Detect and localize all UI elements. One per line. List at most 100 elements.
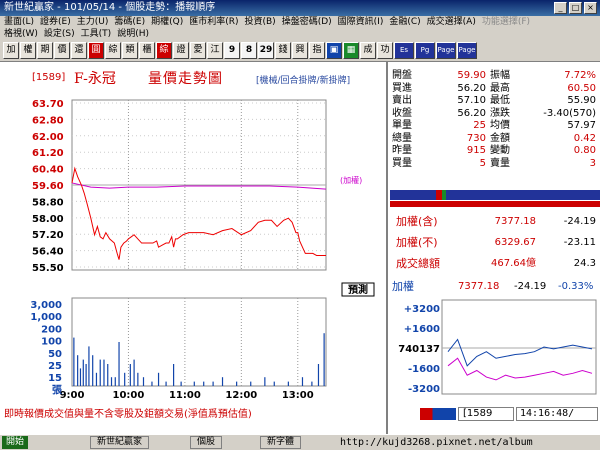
minimize-icon[interactable]: _: [554, 2, 567, 14]
toolbar-button[interactable]: Pg: [415, 42, 435, 59]
toolbar-button[interactable]: 興: [292, 42, 308, 59]
title-bar: 新世紀贏家 - 101/05/14 - 個股走勢：播報順序 _ □ ×: [0, 0, 600, 16]
toolbar-button[interactable]: 類: [122, 42, 138, 59]
toolbar-button[interactable]: 圓: [88, 42, 104, 59]
main-area: [1589] F-永冠 量價走勢圖 [機械/回合掛牌/新掛牌] 9:00 10:0…: [0, 62, 600, 434]
volume-tick-label: 200: [41, 324, 62, 335]
menu-item[interactable]: 匯市利率(R): [189, 17, 238, 27]
toolbar-button[interactable]: 證: [173, 42, 189, 59]
quote-row: 總量 730 金額 0.42: [390, 133, 600, 145]
menu-item[interactable]: 畫面(L): [4, 17, 34, 27]
mini-index-header: 加權 7377.18 -24.19 -0.33%: [390, 280, 600, 294]
toolbar-button[interactable]: 櫃: [139, 42, 155, 59]
quote-value: 25: [473, 120, 486, 131]
mini-tick-label: -3200: [408, 384, 440, 395]
quote-value: 0.80: [573, 145, 596, 156]
toolbar-button[interactable]: 加: [3, 42, 19, 59]
toolbar-button[interactable]: 功: [377, 42, 393, 59]
quote-value: 57.97: [567, 120, 596, 131]
close-icon[interactable]: ×: [584, 2, 597, 14]
toolbar-button[interactable]: 還: [71, 42, 87, 59]
volume-tick-label: 1,000: [30, 312, 62, 323]
y-tick-label: 62.00: [32, 132, 64, 143]
toolbar-button[interactable]: Es: [394, 42, 414, 59]
index-change: 24.3: [573, 258, 596, 269]
toolbar-button[interactable]: 29: [258, 42, 274, 59]
quote-row: 買量 5 賣量 3: [390, 158, 600, 170]
x-tick-label: 11:00: [169, 390, 201, 401]
menu-item[interactable]: 籌碼(E): [114, 17, 145, 27]
quote-row: 單量 25 均價 57.97: [390, 120, 600, 132]
menu-item[interactable]: 工具(T): [81, 29, 112, 39]
quote-value: 60.50: [567, 82, 596, 94]
maximize-icon[interactable]: □: [569, 2, 582, 14]
menu-item[interactable]: 操盤密碼(D): [282, 17, 332, 27]
toolbar-button[interactable]: 江: [207, 42, 223, 59]
quote-label: 買進: [392, 82, 412, 94]
y-tick-label: 60.40: [32, 165, 64, 176]
quote-value: 55.90: [567, 95, 596, 106]
quote-row: 收盤 56.20 漲跌 -3.40(570): [390, 108, 600, 120]
toolbar-button[interactable]: 成: [360, 42, 376, 59]
volume-tick-label: 100: [41, 337, 62, 348]
quote-row: 賣出 57.10 最低 55.90: [390, 95, 600, 107]
menu-item[interactable]: 國際資訊(I): [338, 17, 384, 27]
y-tick-label: 61.20: [32, 148, 64, 159]
mini-index-change: -24.19: [514, 281, 547, 292]
volume-tick-label: 25: [48, 361, 62, 372]
toolbar-button[interactable]: ▣: [326, 42, 342, 59]
menu-item[interactable]: 投資(B): [245, 17, 276, 27]
quote-row: 開盤 59.90 振幅 7.72%: [390, 70, 600, 82]
menu-item[interactable]: 證券(E): [40, 17, 71, 27]
menu-item[interactable]: 說明(H): [117, 29, 149, 39]
quote-value: 56.20: [457, 107, 486, 119]
menu-row-primary: 畫面(L) 證券(E) 主力(U) 籌碼(E) 期權(Q) 匯市利率(R) 投資(B) 操盤密…: [0, 16, 600, 28]
quote-label: 單量: [392, 120, 412, 131]
toolbar: 加權期價還圓綜類櫃綜證愛江 9 8 29 錢興指 ▣ ▦ 成功 Es Pg Page Page: [0, 40, 600, 62]
toolbar-button[interactable]: Page: [457, 42, 477, 59]
x-tick-label: 9:00: [60, 390, 85, 401]
quote-label: 漲跌: [490, 107, 510, 119]
index-change: -24.19: [563, 216, 596, 227]
reference-label: (加權): [340, 175, 362, 185]
quote-label: 賣量: [490, 157, 510, 169]
taskbar-item-app[interactable]: 新世紀贏家: [90, 436, 150, 449]
start-button[interactable]: 開始: [2, 436, 29, 449]
toolbar-button[interactable]: 綜: [156, 42, 172, 59]
quote-label: 振幅: [490, 70, 510, 81]
toolbar-button[interactable]: ▦: [343, 42, 359, 59]
toolbar-button[interactable]: 指: [309, 42, 325, 59]
menu-item[interactable]: 成交選擇(A): [427, 17, 476, 27]
mini-tick-label: +1600: [404, 324, 440, 335]
toolbar-button[interactable]: 愛: [190, 42, 206, 59]
x-tick-label: 10:00: [113, 390, 145, 401]
status-time: 14:16:48/: [520, 408, 575, 419]
menu-item[interactable]: 功能選擇(F): [482, 17, 530, 27]
quote-label: 均價: [490, 120, 510, 131]
quote-value: 59.90: [457, 70, 486, 81]
menu-item[interactable]: 設定(S): [44, 29, 75, 39]
volume-frame: [71, 297, 327, 387]
toolbar-button[interactable]: Page: [436, 42, 456, 59]
quote-value: 915: [466, 145, 486, 156]
toolbar-button[interactable]: 價: [54, 42, 70, 59]
taskbar-item-stock[interactable]: 個股: [190, 436, 223, 449]
mini-index-pct: -0.33%: [558, 281, 594, 292]
status-code-box[interactable]: [1589: [458, 407, 514, 421]
quote-panel: 開盤 59.90 振幅 7.72% 買進 56.20 最高 60.50 賣出 57.10 最低 55.…: [390, 62, 600, 434]
taskbar-item-font[interactable]: 新字體: [260, 436, 302, 449]
menu-item[interactable]: 金融(C): [389, 17, 420, 27]
toolbar-button[interactable]: 期: [37, 42, 53, 59]
average-price-line: [71, 182, 327, 190]
index-label: 加權(不): [396, 236, 438, 249]
toolbar-button[interactable]: 錢: [275, 42, 291, 59]
menu-item[interactable]: 格視(W): [4, 29, 38, 39]
forecast-tag-label: 預測: [348, 283, 368, 296]
status-color-bar: [420, 408, 456, 420]
toolbar-button[interactable]: 8: [241, 42, 257, 59]
menu-item[interactable]: 主力(U): [77, 17, 109, 27]
toolbar-button[interactable]: 綜: [105, 42, 121, 59]
toolbar-button[interactable]: 權: [20, 42, 36, 59]
toolbar-button[interactable]: 9: [224, 42, 240, 59]
menu-item[interactable]: 期權(Q): [151, 17, 183, 27]
